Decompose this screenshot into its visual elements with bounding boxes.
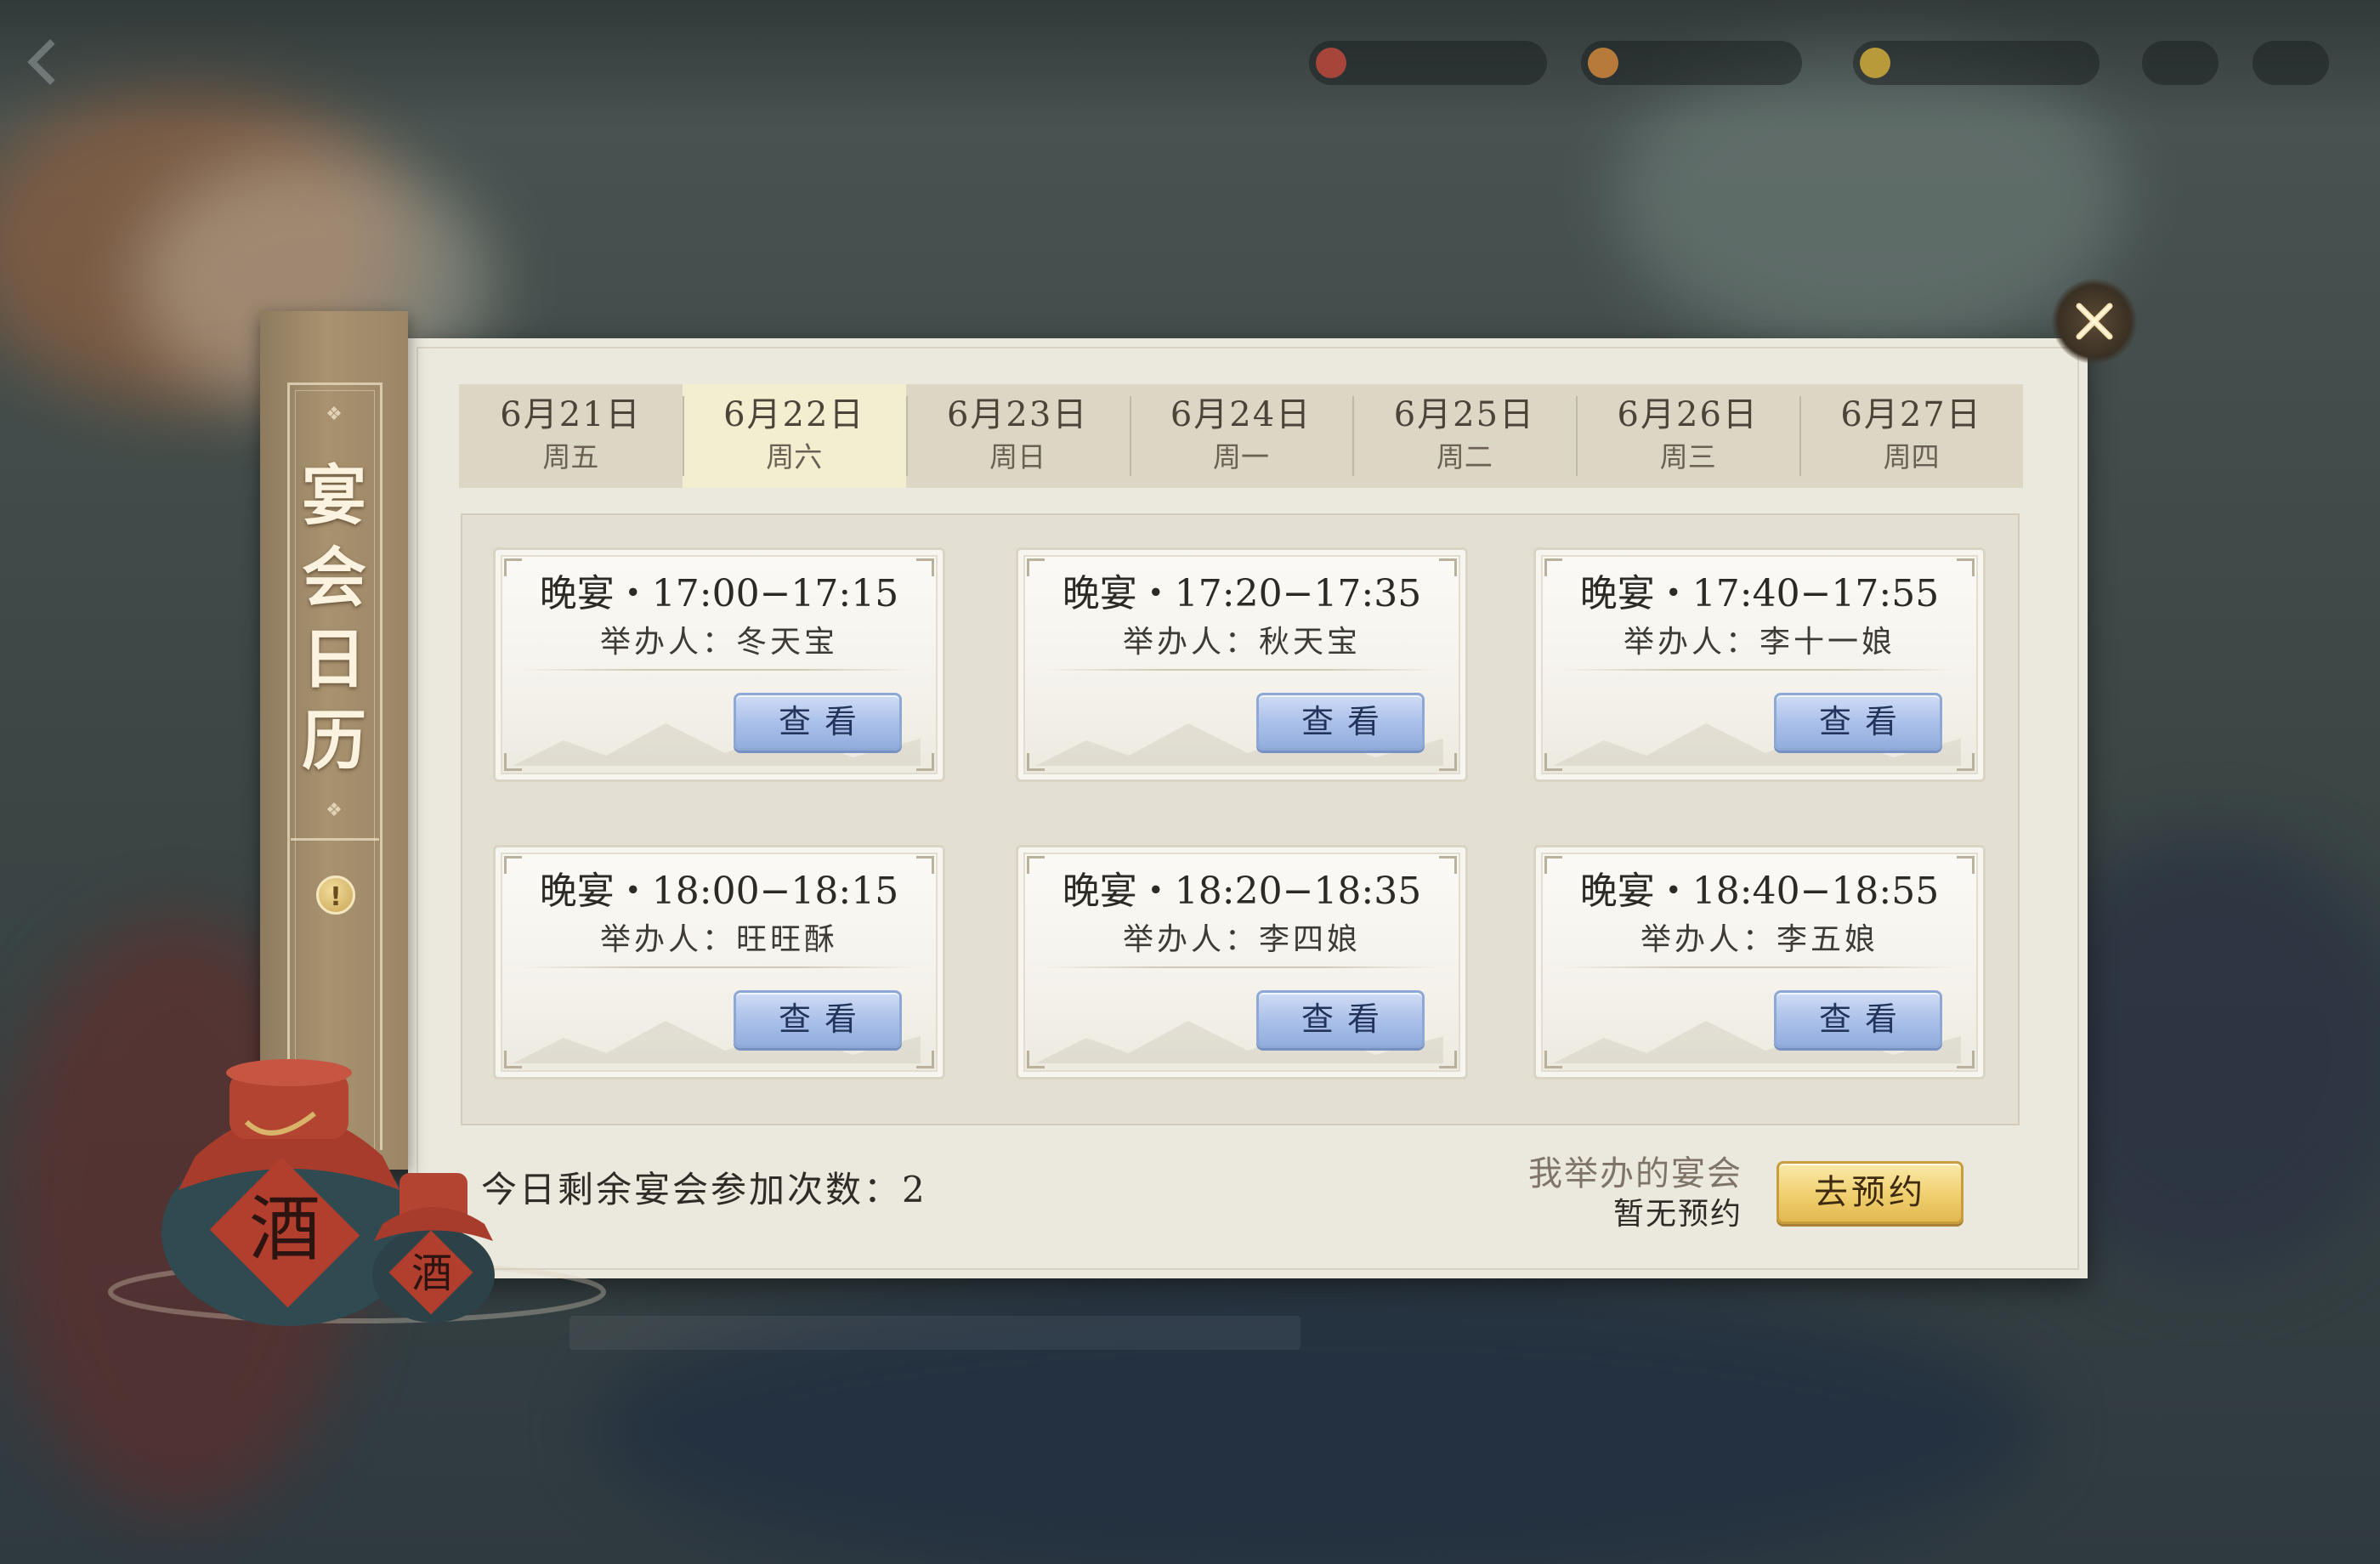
banquet-host: 举办人：秋天宝 (1122, 625, 1361, 660)
back-arrow-icon[interactable] (22, 34, 73, 85)
banquet-time: 晚宴・17:40−17:55 (1579, 572, 1940, 615)
banquet-time: 晚宴・18:40−18:55 (1579, 870, 1940, 913)
menu-pill (2252, 41, 2329, 85)
my-banquet-info: 我举办的宴会 暂无预约 (1479, 1153, 1742, 1234)
tab-date[interactable]: 6月25日 周二 (1352, 384, 1576, 488)
banquet-time: 晚宴・18:20−18:35 (1062, 870, 1422, 913)
close-x-icon[interactable] (2052, 279, 2137, 364)
menu-pill (2142, 41, 2218, 85)
banquet-card: 晚宴・17:20−17:35 举办人：秋天宝 查看 (1016, 547, 1468, 782)
tab-date[interactable]: 6月23日 周日 (905, 384, 1130, 488)
tab-date[interactable]: 6月27日 周四 (1799, 384, 2023, 488)
tab-date[interactable]: 6月26日 周三 (1576, 384, 1799, 488)
banquet-host: 举办人：李四娘 (1122, 922, 1361, 957)
view-button[interactable]: 查看 (1256, 693, 1425, 751)
tab-date-selected[interactable]: 6月22日 周六 (682, 384, 906, 488)
dialog-title: 宴 会 日 历 (302, 458, 366, 779)
resource-pill (1309, 41, 1547, 85)
tab-date[interactable]: 6月21日 周五 (459, 384, 683, 488)
jar-label: 酒 (249, 1187, 320, 1271)
view-button[interactable]: 查看 (1774, 693, 1942, 751)
jar-label: 酒 (411, 1250, 452, 1297)
wine-jar-decoration: 酒 酒 (108, 1059, 606, 1326)
banquet-card: 晚宴・17:00−17:15 举办人：冬天宝 查看 (493, 547, 945, 782)
top-ornament-icon: ❖ (326, 404, 343, 425)
view-button[interactable]: 查看 (1774, 990, 1942, 1048)
reserve-button[interactable]: 去预约 (1776, 1161, 1964, 1224)
background-hint-text (570, 1316, 1300, 1350)
banquet-time: 晚宴・18:00−18:15 (539, 870, 899, 913)
banquet-time: 晚宴・17:20−17:35 (1062, 572, 1422, 615)
banquet-card: 晚宴・18:40−18:55 举办人：李五娘 查看 (1533, 845, 1986, 1080)
banquet-card: 晚宴・18:20−18:35 举办人：李四娘 查看 (1016, 845, 1468, 1080)
view-button[interactable]: 查看 (1256, 990, 1425, 1048)
bottom-ornament-icon: ❖ (326, 800, 343, 821)
banquet-time: 晚宴・17:00−17:15 (539, 572, 899, 615)
banquet-card: 晚宴・17:40−17:55 举办人：李十一娘 查看 (1533, 547, 1986, 782)
banquet-host: 举办人：李五娘 (1640, 922, 1878, 957)
my-banquet-status: 暂无预约 (1612, 1197, 1742, 1232)
tab-date[interactable]: 6月24日 周一 (1129, 384, 1353, 488)
my-banquet-label: 我举办的宴会 (1528, 1154, 1742, 1193)
resource-pill (1581, 41, 1802, 85)
banquet-host: 举办人：冬天宝 (599, 625, 838, 660)
date-tabs: 6月21日 周五 6月22日 周六 6月23日 周日 6月24日 周一 6月25日 周二 … (459, 384, 2023, 488)
banquet-host: 举办人：旺旺酥 (599, 922, 838, 957)
view-button[interactable]: 查看 (734, 693, 902, 751)
view-button[interactable]: 查看 (734, 990, 902, 1048)
banquet-host: 举办人：李十一娘 (1623, 625, 1896, 660)
info-exclamation-icon[interactable]: ! (316, 876, 355, 915)
resource-pill (1853, 41, 2100, 85)
